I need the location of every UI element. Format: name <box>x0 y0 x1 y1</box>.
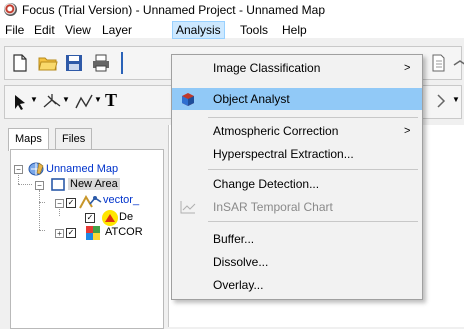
tab-maps[interactable]: Maps <box>8 128 49 151</box>
area-frame-icon <box>51 178 65 191</box>
menu-item-dissolve[interactable]: Dissolve... <box>172 251 422 273</box>
expand-toggle[interactable]: + <box>55 229 64 238</box>
toolbar-button-partial[interactable] <box>121 52 123 74</box>
vector-layer-icon <box>79 194 102 209</box>
document-icon[interactable] <box>428 53 448 73</box>
submenu-arrow-icon: > <box>404 62 411 74</box>
title-bar: Focus (Trial Version) - Unnamed Project … <box>0 0 464 20</box>
raster-layer-icon <box>86 226 100 240</box>
collapse-toggle[interactable]: − <box>14 165 23 174</box>
menu-tools[interactable]: Tools <box>237 22 271 38</box>
tree-item-atcor-layer[interactable]: ATCOR <box>105 226 143 238</box>
text-tool-icon[interactable]: T <box>105 90 117 111</box>
print-icon[interactable] <box>91 53 111 73</box>
open-folder-icon[interactable] <box>38 53 58 73</box>
select-pointer-icon[interactable] <box>10 92 30 112</box>
tree-item-new-area[interactable]: New Area <box>68 178 120 190</box>
collapse-toggle[interactable]: − <box>55 199 64 208</box>
menu-item-change-detection[interactable]: Change Detection... <box>172 173 422 195</box>
menu-item-insar-temporal-chart: InSAR Temporal Chart <box>172 196 422 218</box>
object-analyst-icon <box>182 93 194 106</box>
menu-layer[interactable]: Layer <box>99 22 135 38</box>
chevron-down-icon[interactable]: ▼ <box>452 95 460 104</box>
layer-visibility-checkbox[interactable]: ✓ <box>66 228 76 238</box>
menu-file[interactable]: File <box>2 22 27 38</box>
chart-icon <box>180 201 196 214</box>
menu-analysis[interactable]: Analysis <box>172 21 225 39</box>
vertex-edit-icon[interactable] <box>42 92 62 112</box>
submenu-arrow-icon: > <box>404 125 411 137</box>
app-logo-icon <box>4 3 17 16</box>
layer-visibility-checkbox[interactable]: ✓ <box>85 213 95 223</box>
map-tree: − Unnamed Map − New Area − ✓ vector_ ✓ D… <box>10 149 164 329</box>
chevron-down-icon[interactable]: ▼ <box>94 95 102 104</box>
tool-partial-icon[interactable] <box>432 92 452 112</box>
menu-view[interactable]: View <box>62 22 94 38</box>
menu-edit[interactable]: Edit <box>31 22 58 38</box>
new-file-icon[interactable] <box>10 53 30 73</box>
menu-item-object-analyst[interactable]: Object Analyst <box>172 88 422 110</box>
tree-item-vector-layer[interactable]: vector_ <box>103 194 139 206</box>
menu-item-overlay[interactable]: Overlay... <box>172 274 422 296</box>
polyline-icon[interactable] <box>74 92 94 112</box>
save-icon[interactable] <box>64 53 84 73</box>
collapse-toggle[interactable]: − <box>35 181 44 190</box>
tree-item-unnamed-map[interactable]: Unnamed Map <box>46 163 118 175</box>
analysis-menu-dropdown: Image Classification > Object Analyst At… <box>171 54 423 300</box>
menu-help[interactable]: Help <box>279 22 310 38</box>
chevron-down-icon[interactable]: ▼ <box>30 95 38 104</box>
chevron-down-icon[interactable]: ▼ <box>62 95 70 104</box>
menu-item-atmospheric-correction[interactable]: Atmospheric Correction > <box>172 120 422 142</box>
menu-item-hyperspectral-extraction[interactable]: Hyperspectral Extraction... <box>172 143 422 165</box>
menu-item-buffer[interactable]: Buffer... <box>172 228 422 250</box>
point-symbol-icon <box>102 210 118 226</box>
tool-partial-icon[interactable] <box>450 53 464 73</box>
tree-item-child-layer[interactable]: De <box>119 211 133 223</box>
map-icon <box>28 162 44 176</box>
menu-bar: File Edit View Layer Analysis Tools Help <box>0 20 464 39</box>
tab-files[interactable]: Files <box>55 128 93 150</box>
layer-visibility-checkbox[interactable]: ✓ <box>66 198 76 208</box>
window-title: Focus (Trial Version) - Unnamed Project … <box>22 3 325 17</box>
menu-item-image-classification[interactable]: Image Classification > <box>172 57 422 79</box>
